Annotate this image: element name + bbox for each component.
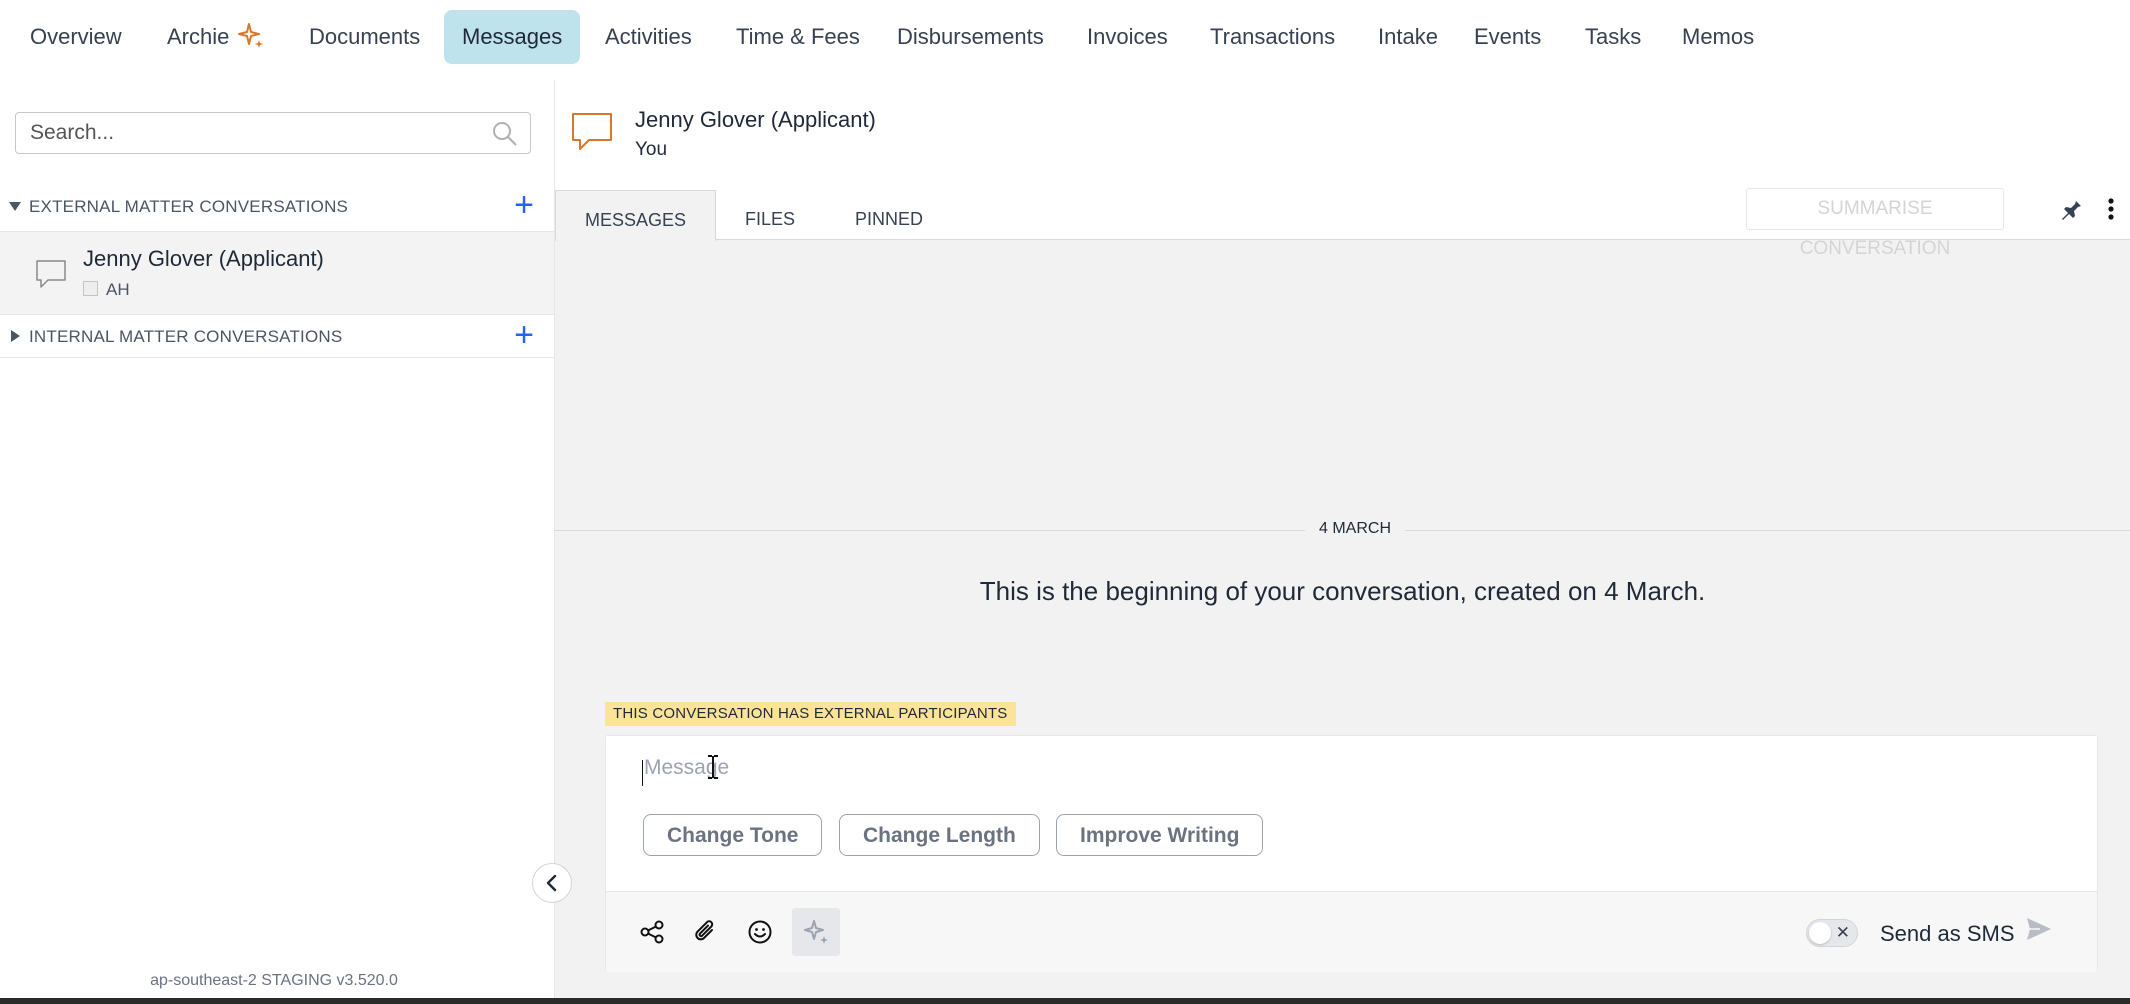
nav-overview[interactable]: Overview — [12, 10, 140, 64]
external-section-label[interactable]: EXTERNAL MATTER CONVERSATIONS — [29, 197, 348, 217]
more-options-icon[interactable] — [2107, 198, 2115, 220]
conversation-panel: Jenny Glover (Applicant) You MESSAGES FI… — [555, 80, 2130, 1004]
ai-assist-button[interactable] — [792, 908, 840, 956]
internal-conversations-section: INTERNAL MATTER CONVERSATIONS + — [0, 314, 554, 358]
sparkle-icon — [804, 920, 828, 944]
internal-section-label[interactable]: INTERNAL MATTER CONVERSATIONS — [29, 327, 342, 347]
toggle-knob — [1809, 922, 1831, 944]
conversation-subtitle: You — [635, 139, 668, 160]
nav-events[interactable]: Events — [1456, 10, 1559, 64]
emoji-button[interactable] — [740, 912, 780, 952]
nav-documents[interactable]: Documents — [291, 10, 438, 64]
search-box — [15, 112, 531, 154]
top-navigation: Overview Archie Documents Messages Activ… — [0, 0, 2130, 80]
window-bottom-edge — [0, 998, 2130, 1004]
send-as-sms-toggle[interactable]: ✕ — [1806, 919, 1858, 947]
improve-writing-button[interactable]: Improve Writing — [1056, 814, 1264, 856]
collapse-sidebar-button[interactable] — [532, 863, 572, 903]
paperclip-icon — [695, 920, 714, 941]
nav-invoices[interactable]: Invoices — [1069, 10, 1186, 64]
tab-messages[interactable]: MESSAGES — [555, 190, 717, 241]
nav-archie-label: Archie — [167, 24, 230, 49]
conversation-list-item[interactable]: Jenny Glover (Applicant) AH — [0, 232, 554, 315]
nav-intake[interactable]: Intake — [1360, 10, 1456, 64]
conversation-participant: AH — [83, 280, 130, 300]
conversation-header: Jenny Glover (Applicant) You — [555, 80, 2130, 190]
text-caret — [642, 760, 643, 786]
change-length-button[interactable]: Change Length — [839, 814, 1040, 856]
search-icon[interactable] — [492, 121, 518, 147]
message-input[interactable] — [642, 754, 2046, 798]
nav-transactions[interactable]: Transactions — [1192, 10, 1353, 64]
add-internal-conversation-button[interactable]: + — [514, 316, 534, 354]
text-cursor-icon — [708, 755, 718, 779]
send-icon[interactable] — [2024, 914, 2054, 944]
nav-messages[interactable]: Messages — [444, 10, 581, 64]
chat-bubble-icon — [36, 260, 66, 288]
conversation-name: Jenny Glover (Applicant) — [83, 246, 324, 271]
smiley-icon — [748, 920, 772, 944]
expand-toggle-icon[interactable] — [9, 202, 21, 211]
nav-memos[interactable]: Memos — [1664, 10, 1772, 64]
tab-pinned[interactable]: PINNED — [826, 190, 952, 239]
composer-toolbar: ✕ Send as SMS — [606, 891, 2097, 972]
add-external-conversation-button[interactable]: + — [514, 186, 534, 224]
nav-time-fees[interactable]: Time & Fees — [718, 10, 878, 64]
version-label: ap-southeast-2 STAGING v3.520.0 — [150, 972, 398, 989]
change-tone-button[interactable]: Change Tone — [643, 814, 823, 856]
message-composer: Change Tone Change Length Improve Writin… — [605, 735, 2098, 972]
nav-activities[interactable]: Activities — [587, 10, 710, 64]
conversation-sidebar: EXTERNAL MATTER CONVERSATIONS + Jenny Gl… — [0, 80, 555, 1004]
participant-checkbox-icon — [83, 281, 98, 296]
participant-initials: AH — [106, 280, 130, 299]
external-conversations-section: EXTERNAL MATTER CONVERSATIONS + — [0, 182, 554, 232]
share-icon — [640, 920, 664, 944]
pin-icon[interactable] — [2059, 196, 2083, 220]
conversation-start-message: This is the beginning of your conversati… — [979, 576, 1706, 606]
nav-disbursements[interactable]: Disbursements — [879, 10, 1062, 64]
search-input[interactable] — [28, 113, 472, 153]
collapse-toggle-icon[interactable] — [11, 330, 20, 342]
external-participants-badge: THIS CONVERSATION HAS EXTERNAL PARTICIPA… — [605, 702, 1016, 726]
chat-bubble-icon — [572, 113, 612, 150]
nav-tasks[interactable]: Tasks — [1567, 10, 1659, 64]
attach-button[interactable] — [686, 912, 726, 952]
conversation-title: Jenny Glover (Applicant) — [635, 107, 876, 132]
sparkle-icon — [238, 23, 264, 49]
date-label: 4 MARCH — [1305, 520, 1405, 538]
tab-files[interactable]: FILES — [716, 190, 824, 239]
send-as-sms-label: Send as SMS — [1880, 921, 2015, 946]
nav-archie[interactable]: Archie — [149, 10, 283, 64]
close-icon: ✕ — [1835, 923, 1850, 942]
summarise-conversation-button[interactable]: SUMMARISE CONVERSATION — [1746, 188, 2004, 259]
share-button[interactable] — [632, 912, 672, 952]
chevron-left-icon — [546, 874, 557, 892]
